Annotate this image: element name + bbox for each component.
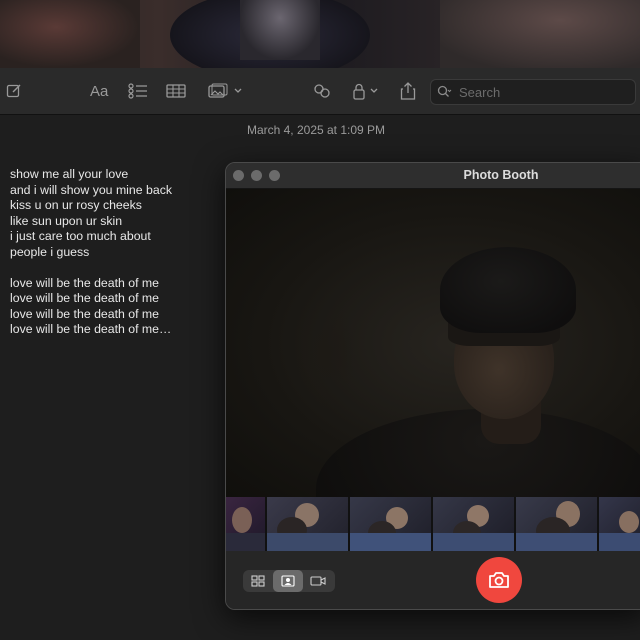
note-line: people i guess xyxy=(10,244,90,259)
note-line: love will be the death of me… xyxy=(10,322,172,336)
view-mode-selector[interactable] xyxy=(243,570,335,592)
note-line: love will be the death of me xyxy=(10,291,160,305)
chevron-down-icon xyxy=(234,88,242,93)
search-input[interactable] xyxy=(457,83,621,101)
portrait-mode-button[interactable] xyxy=(273,570,303,592)
photo-booth-titlebar[interactable]: Photo Booth xyxy=(226,163,640,189)
note-line: love will be the death of me xyxy=(10,275,160,290)
search-field[interactable] xyxy=(430,79,636,105)
minimize-button[interactable] xyxy=(251,170,262,181)
note-line: show me all your love xyxy=(10,167,129,181)
format-text-icon[interactable]: Aa xyxy=(90,81,108,101)
zoom-button[interactable] xyxy=(269,170,280,181)
photo-booth-controls xyxy=(226,551,640,609)
close-button[interactable] xyxy=(233,170,244,181)
checklist-icon[interactable] xyxy=(128,81,148,101)
note-line xyxy=(10,260,220,276)
window-title: Photo Booth xyxy=(463,168,539,182)
media-icon[interactable] xyxy=(208,81,242,101)
camera-icon xyxy=(489,572,509,588)
photo-thumbnail[interactable] xyxy=(267,497,348,551)
grid-mode-button[interactable] xyxy=(243,570,273,592)
take-photo-button[interactable] xyxy=(476,557,522,603)
photo-thumbnail[interactable] xyxy=(516,497,597,551)
note-line: kiss u on ur rosy cheeks xyxy=(10,198,142,212)
note-line: love will be the death of me xyxy=(10,306,160,321)
note-line: like sun upon ur skin xyxy=(10,213,123,228)
note-line: i just care too much about xyxy=(10,229,151,243)
compose-icon[interactable] xyxy=(6,81,22,101)
grid-icon xyxy=(251,575,265,587)
photo-booth-window: Photo Booth xyxy=(225,162,640,610)
chevron-down-icon xyxy=(370,88,378,93)
photo-thumbnail[interactable] xyxy=(226,497,265,551)
photo-thumbnail[interactable] xyxy=(599,497,640,551)
thumbnail-strip[interactable] xyxy=(226,497,640,551)
photo-thumbnail[interactable] xyxy=(350,497,431,551)
video-mode-button[interactable] xyxy=(303,570,333,592)
portrait-icon xyxy=(281,575,295,587)
camera-preview xyxy=(226,189,640,497)
notes-toolbar: Aa xyxy=(0,68,640,115)
share-icon[interactable] xyxy=(400,81,416,101)
note-body[interactable]: show me all your love and i will show you… xyxy=(10,167,220,338)
collaborate-icon[interactable] xyxy=(312,81,332,101)
desktop-wallpaper xyxy=(0,0,640,68)
video-icon xyxy=(310,576,326,586)
photo-thumbnail[interactable] xyxy=(433,497,514,551)
note-date: March 4, 2025 at 1:09 PM xyxy=(246,123,386,137)
note-line: and i will show you mine back xyxy=(10,182,172,197)
search-icon xyxy=(437,85,452,97)
table-icon[interactable] xyxy=(166,81,186,101)
lock-icon[interactable] xyxy=(352,81,378,101)
